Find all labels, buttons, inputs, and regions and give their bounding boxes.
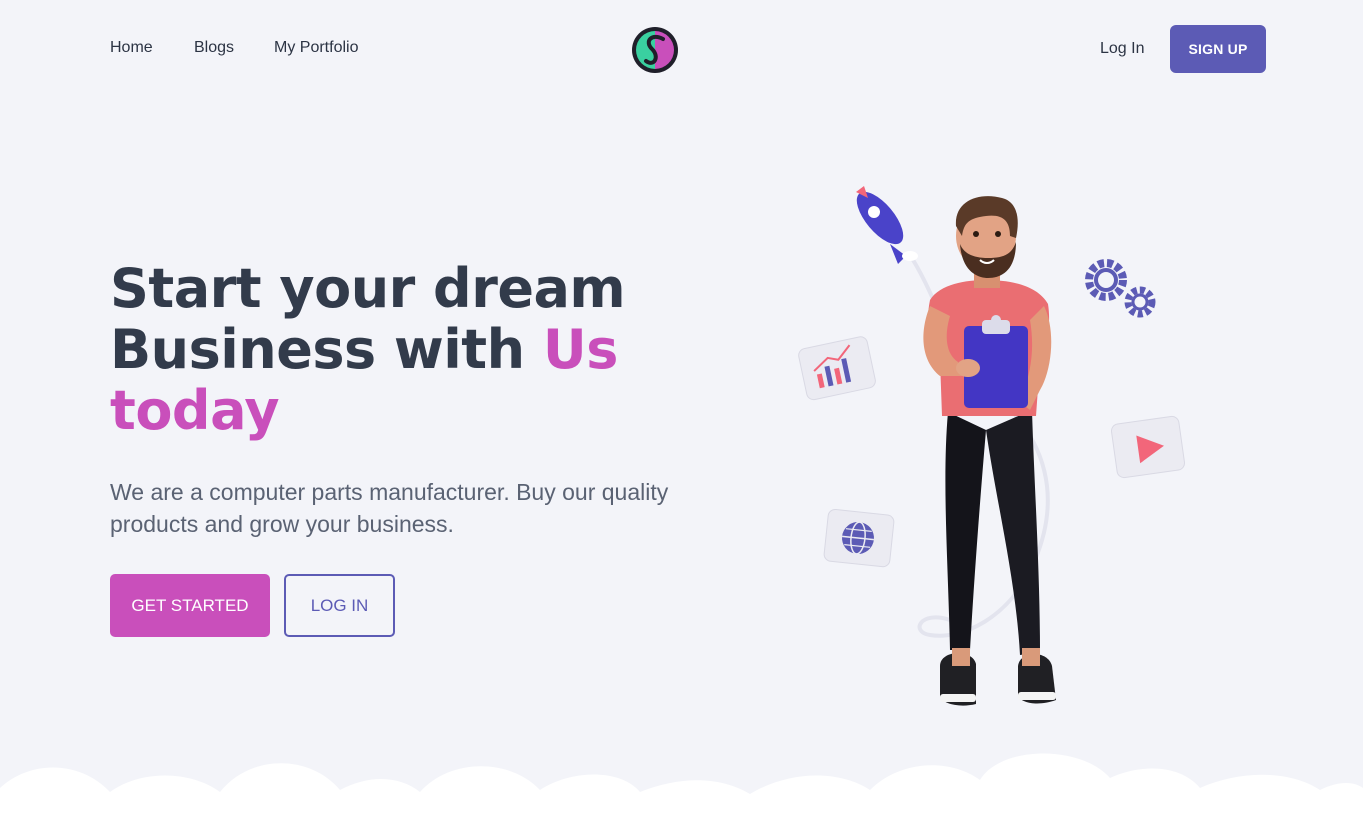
signup-button[interactable]: SIGN UP <box>1170 25 1266 73</box>
globe-icon <box>823 508 895 568</box>
chart-icon <box>798 336 876 401</box>
hero-subtitle: We are a computer parts manufacturer. Bu… <box>110 479 669 537</box>
hero-title-accent-today: today <box>110 379 280 442</box>
gears-icon <box>1085 259 1156 318</box>
cloud-footer <box>0 753 1363 840</box>
top-navbar: Home Blogs My Portfolio Log In SIGN UP <box>0 25 1363 73</box>
nav-portfolio-link[interactable]: My Portfolio <box>274 39 358 57</box>
hero-illustration <box>798 186 1186 706</box>
hero-login-button[interactable]: LOG IN <box>284 574 395 637</box>
nav-home-link[interactable]: Home <box>110 39 153 57</box>
hero-title: Start your dream Business with Us today <box>110 258 730 441</box>
rocket-icon <box>856 186 918 264</box>
play-icon <box>1110 415 1186 479</box>
get-started-button[interactable]: GET STARTED <box>110 574 270 637</box>
nav-blogs-link[interactable]: Blogs <box>194 39 234 57</box>
hero-title-line2: Business with <box>110 318 543 381</box>
logo-icon[interactable] <box>630 25 680 75</box>
hero-title-line1: Start your dream <box>110 257 626 320</box>
login-link[interactable]: Log In <box>1100 40 1144 58</box>
hero-title-accent-us: Us <box>542 318 619 381</box>
